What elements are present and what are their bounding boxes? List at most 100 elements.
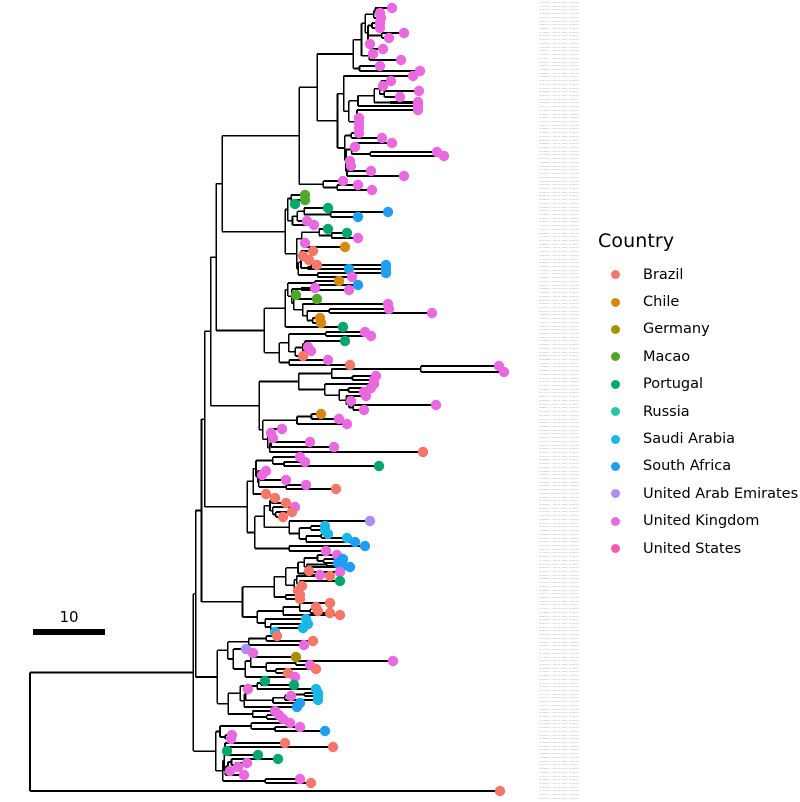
tree-tip-marker[interactable] [337,321,349,333]
tree-tip-marker[interactable] [377,43,389,55]
legend-item[interactable]: Chile [598,288,798,315]
tree-tip-marker[interactable] [307,245,319,257]
tree-tip-marker[interactable] [319,725,331,737]
tree-tip-marker[interactable] [352,179,364,191]
tree-tip-marker[interactable] [374,60,386,72]
tree-tip-marker[interactable] [365,165,377,177]
tree-tip-marker[interactable] [312,605,324,617]
tree-tip-marker[interactable] [376,132,388,144]
tree-tip-marker[interactable] [259,675,271,687]
tree-tip-marker[interactable] [344,359,356,371]
legend-item[interactable]: United Kingdom [598,508,798,535]
tree-tip-marker[interactable] [298,639,310,651]
tree-tip-marker[interactable] [314,569,326,581]
tree-tip-marker[interactable] [343,284,355,296]
tree-tip-marker[interactable] [297,622,309,634]
tree-tip-marker[interactable] [364,38,376,50]
tree-tip-marker[interactable] [382,206,394,218]
tree-tip-marker[interactable] [280,497,292,509]
tree-tip-marker[interactable] [327,741,339,753]
tree-tip-marker[interactable] [286,506,298,518]
tree-tip-marker[interactable] [304,436,316,448]
tree-tip-marker[interactable] [349,141,361,153]
legend-item[interactable]: Macao [598,343,798,370]
tree-tip-marker[interactable] [308,219,320,231]
tree-tip-marker[interactable] [345,160,357,172]
tree-tip-marker[interactable] [367,48,379,60]
tree-tip-marker[interactable] [322,528,334,540]
tree-tip-marker[interactable] [310,663,322,675]
tree-tip-marker[interactable] [374,22,386,34]
tree-tip-marker[interactable] [311,293,323,305]
legend-item[interactable]: United Arab Emirates [598,480,798,507]
tree-tip-marker[interactable] [238,769,250,781]
tree-tip-marker[interactable] [339,241,351,253]
tree-tip-marker[interactable] [280,474,292,486]
tree-tip-marker[interactable] [328,441,340,453]
tree-tip-marker[interactable] [398,27,410,39]
tree-tip-marker[interactable] [303,565,315,577]
tree-tip-marker[interactable] [365,330,377,342]
tree-tip-marker[interactable] [337,175,349,187]
tree-tip-marker[interactable] [279,737,291,749]
tree-tip-marker[interactable] [320,545,332,557]
tree-tip-marker[interactable] [345,395,357,407]
tree-tip-marker[interactable] [242,683,254,695]
tree-tip-marker[interactable] [333,275,345,287]
tree-tip-marker[interactable] [383,303,395,315]
tree-tip-marker[interactable] [386,2,398,14]
tree-tip-marker[interactable] [315,317,327,329]
tree-tip-marker[interactable] [322,354,334,366]
tree-tip-marker[interactable] [341,418,353,430]
tree-tip-marker[interactable] [383,32,395,44]
tree-tip-marker[interactable] [324,570,336,582]
tree-tip-marker[interactable] [334,566,346,578]
tree-tip-marker[interactable] [276,423,288,435]
tree-tip-marker[interactable] [386,137,398,149]
tree-tip-marker[interactable] [344,561,356,573]
legend-item[interactable]: South Africa [598,453,798,480]
tree-tip-marker[interactable] [285,690,297,702]
legend-item[interactable]: Portugal [598,371,798,398]
tree-tip-marker[interactable] [417,446,429,458]
tree-tip-marker[interactable] [252,749,264,761]
tree-tip-marker[interactable] [289,198,301,210]
tree-tip-marker[interactable] [290,651,302,663]
tree-tip-marker[interactable] [290,289,302,301]
tree-tip-marker[interactable] [366,184,378,196]
tree-tip-marker[interactable] [284,717,296,729]
tree-tip-marker[interactable] [394,91,406,103]
tree-tip-marker[interactable] [412,104,424,116]
tree-tip-marker[interactable] [307,635,319,647]
tree-tip-marker[interactable] [247,647,259,659]
tree-tip-marker[interactable] [341,227,353,239]
tree-tip-marker[interactable] [224,765,236,777]
tree-tip-marker[interactable] [364,515,376,527]
legend-item[interactable]: Germany [598,316,798,343]
tree-tip-marker[interactable] [358,404,370,416]
tree-tip-marker[interactable] [291,701,303,713]
tree-tip-marker[interactable] [407,70,419,82]
tree-tip-marker[interactable] [322,223,334,235]
legend-item[interactable]: United States [598,535,798,562]
tree-tip-marker[interactable] [324,597,336,609]
tree-tip-marker[interactable] [294,773,306,785]
legend-item[interactable]: Saudi Arabia [598,425,798,452]
tree-tip-marker[interactable] [360,390,372,402]
tree-tip-marker[interactable] [352,211,364,223]
tree-tip-marker[interactable] [315,408,327,420]
tree-tip-marker[interactable] [387,655,399,667]
tree-tip-marker[interactable] [353,127,365,139]
legend-item[interactable]: Russia [598,398,798,425]
tree-tip-marker[interactable] [322,202,334,214]
tree-tip-marker[interactable] [260,488,272,500]
tree-tip-marker[interactable] [221,745,233,757]
tree-tip-marker[interactable] [395,54,407,66]
tree-tip-marker[interactable] [438,150,450,162]
tree-tip-marker[interactable] [225,733,237,745]
tree-tip-marker[interactable] [309,282,321,294]
tree-tip-marker[interactable] [380,267,392,279]
tree-tip-marker[interactable] [430,399,442,411]
tree-tip-marker[interactable] [334,575,346,587]
tree-tip-marker[interactable] [324,607,336,619]
